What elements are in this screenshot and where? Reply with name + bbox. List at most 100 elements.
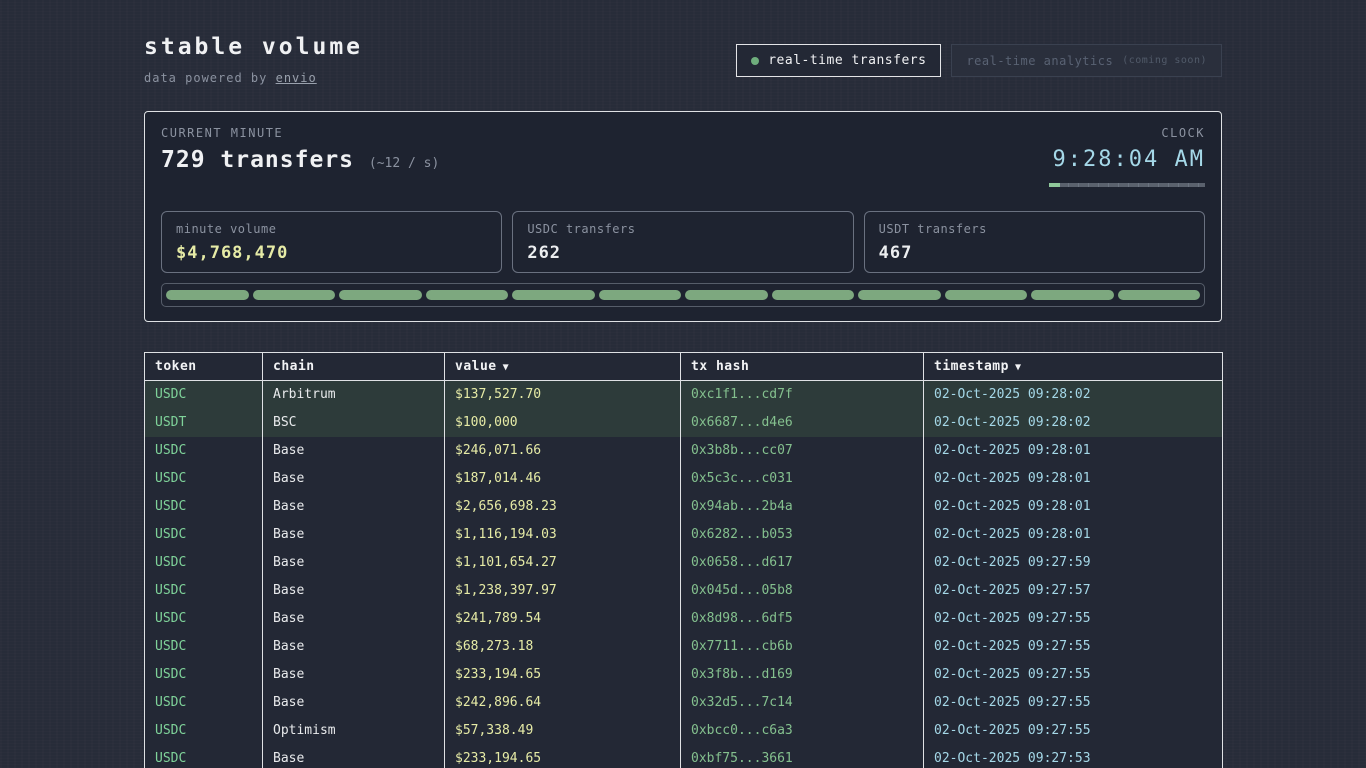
timestamp-cell: 02-Oct-2025 09:28:02	[924, 381, 1223, 409]
table-row: USDCBase$68,273.180x7711...cb6b02-Oct-20…	[145, 633, 1223, 661]
stat-label: USDC transfers	[527, 222, 838, 236]
activity-segment	[1031, 290, 1114, 300]
table-row: USDCBase$2,656,698.230x94ab...2b4a02-Oct…	[145, 493, 1223, 521]
table-row: USDCArbitrum$137,527.700xc1f1...cd7f02-O…	[145, 381, 1223, 409]
column-header-chain: chain	[263, 353, 445, 381]
tx-hash-link[interactable]: 0x5c3c...c031	[681, 465, 924, 493]
token-cell: USDC	[145, 689, 263, 717]
stat-box-usdc-transfers: USDC transfers 262	[512, 211, 853, 273]
token-cell: USDC	[145, 437, 263, 465]
activity-segment	[253, 290, 336, 300]
table-row: USDCBase$241,789.540x8d98...6df502-Oct-2…	[145, 605, 1223, 633]
value-cell: $100,000	[445, 409, 681, 437]
tx-hash-link[interactable]: 0x045d...05b8	[681, 577, 924, 605]
tx-hash-link[interactable]: 0x7711...cb6b	[681, 633, 924, 661]
coming-soon-badge: (coming soon)	[1122, 55, 1207, 66]
table-header-row: token chain value▼ tx hash timestamp▼	[145, 353, 1223, 381]
subtitle: data powered by envio	[144, 71, 363, 85]
tx-hash-link[interactable]: 0x6282...b053	[681, 521, 924, 549]
column-header-timestamp[interactable]: timestamp▼	[924, 353, 1223, 381]
token-cell: USDC	[145, 661, 263, 689]
transfers-rate: (~12 / s)	[369, 156, 439, 171]
envio-link[interactable]: envio	[276, 71, 317, 85]
tab-realtime-transfers[interactable]: real-time transfers	[736, 44, 941, 77]
timestamp-cell: 02-Oct-2025 09:27:55	[924, 661, 1223, 689]
token-cell: USDC	[145, 465, 263, 493]
timestamp-cell: 02-Oct-2025 09:27:53	[924, 745, 1223, 768]
timestamp-cell: 02-Oct-2025 09:28:01	[924, 521, 1223, 549]
table-row: USDCOptimism$57,338.490xbcc0...c6a302-Oc…	[145, 717, 1223, 745]
section-label: CURRENT MINUTE	[161, 126, 439, 140]
tx-hash-link[interactable]: 0x32d5...7c14	[681, 689, 924, 717]
stat-label: USDT transfers	[879, 222, 1190, 236]
tx-hash-link[interactable]: 0xbf75...3661	[681, 745, 924, 768]
timestamp-cell: 02-Oct-2025 09:27:55	[924, 689, 1223, 717]
table-row: USDCBase$187,014.460x5c3c...c03102-Oct-2…	[145, 465, 1223, 493]
activity-segment	[685, 290, 768, 300]
value-cell: $57,338.49	[445, 717, 681, 745]
value-cell: $233,194.65	[445, 661, 681, 689]
tab-label: real-time transfers	[768, 53, 926, 68]
table-row: USDCBase$1,116,194.030x6282...b05302-Oct…	[145, 521, 1223, 549]
subtitle-text: data powered by	[144, 71, 276, 85]
value-cell: $246,071.66	[445, 437, 681, 465]
tx-hash-link[interactable]: 0xbcc0...c6a3	[681, 717, 924, 745]
clock-block: CLOCK 9:28:04 AM	[1049, 126, 1205, 187]
table-row: USDTBSC$100,0000x6687...d4e602-Oct-2025 …	[145, 409, 1223, 437]
value-cell: $137,527.70	[445, 381, 681, 409]
token-cell: USDT	[145, 409, 263, 437]
tx-hash-link[interactable]: 0x8d98...6df5	[681, 605, 924, 633]
tx-hash-link[interactable]: 0x6687...d4e6	[681, 409, 924, 437]
chain-cell: Base	[263, 689, 445, 717]
token-cell: USDC	[145, 381, 263, 409]
value-cell: $1,101,654.27	[445, 549, 681, 577]
tx-hash-link[interactable]: 0xc1f1...cd7f	[681, 381, 924, 409]
table-row: USDCBase$246,071.660x3b8b...cc0702-Oct-2…	[145, 437, 1223, 465]
title-block: stable volume data powered by envio	[144, 34, 363, 85]
stat-value: $4,768,470	[176, 243, 487, 263]
token-cell: USDC	[145, 493, 263, 521]
table-row: USDCBase$1,101,654.270x0658...d61702-Oct…	[145, 549, 1223, 577]
activity-segment	[772, 290, 855, 300]
value-cell: $2,656,698.23	[445, 493, 681, 521]
timestamp-cell: 02-Oct-2025 09:27:55	[924, 605, 1223, 633]
value-cell: $242,896.64	[445, 689, 681, 717]
tx-hash-link[interactable]: 0x3b8b...cc07	[681, 437, 924, 465]
token-cell: USDC	[145, 577, 263, 605]
tx-hash-link[interactable]: 0x94ab...2b4a	[681, 493, 924, 521]
transfers-count: 729 transfers (~12 / s)	[161, 147, 439, 173]
live-status-dot-icon	[751, 57, 759, 65]
column-header-value[interactable]: value▼	[445, 353, 681, 381]
tx-hash-link[interactable]: 0x0658...d617	[681, 549, 924, 577]
page-header: stable volume data powered by envio real…	[144, 34, 1222, 85]
table-row: USDCBase$242,896.640x32d5...7c1402-Oct-2…	[145, 689, 1223, 717]
timestamp-cell: 02-Oct-2025 09:27:57	[924, 577, 1223, 605]
chain-cell: Base	[263, 465, 445, 493]
current-minute-panel: CURRENT MINUTE 729 transfers (~12 / s) C…	[144, 111, 1222, 322]
transfers-table: token chain value▼ tx hash timestamp▼ US…	[144, 352, 1223, 768]
timestamp-cell: 02-Oct-2025 09:27:55	[924, 717, 1223, 745]
tx-hash-link[interactable]: 0x3f8b...d169	[681, 661, 924, 689]
stat-box-usdt-transfers: USDT transfers 467	[864, 211, 1205, 273]
chain-cell: Base	[263, 633, 445, 661]
transfers-summary: CURRENT MINUTE 729 transfers (~12 / s)	[161, 126, 439, 187]
token-cell: USDC	[145, 633, 263, 661]
value-cell: $241,789.54	[445, 605, 681, 633]
stat-value: 467	[879, 243, 1190, 263]
activity-segment	[945, 290, 1028, 300]
token-cell: USDC	[145, 745, 263, 768]
timestamp-cell: 02-Oct-2025 09:28:02	[924, 409, 1223, 437]
timestamp-cell: 02-Oct-2025 09:27:59	[924, 549, 1223, 577]
table-row: USDCBase$1,238,397.970x045d...05b802-Oct…	[145, 577, 1223, 605]
value-cell: $233,194.65	[445, 745, 681, 768]
clock-label: CLOCK	[1049, 126, 1205, 140]
sort-desc-icon: ▼	[1015, 362, 1022, 373]
column-header-tx-hash: tx hash	[681, 353, 924, 381]
stat-value: 262	[527, 243, 838, 263]
activity-segment	[426, 290, 509, 300]
tab-label: real-time analytics	[966, 54, 1113, 68]
tab-realtime-analytics: real-time analytics (coming soon)	[951, 44, 1222, 77]
chain-cell: BSC	[263, 409, 445, 437]
activity-segment	[512, 290, 595, 300]
activity-segment	[339, 290, 422, 300]
